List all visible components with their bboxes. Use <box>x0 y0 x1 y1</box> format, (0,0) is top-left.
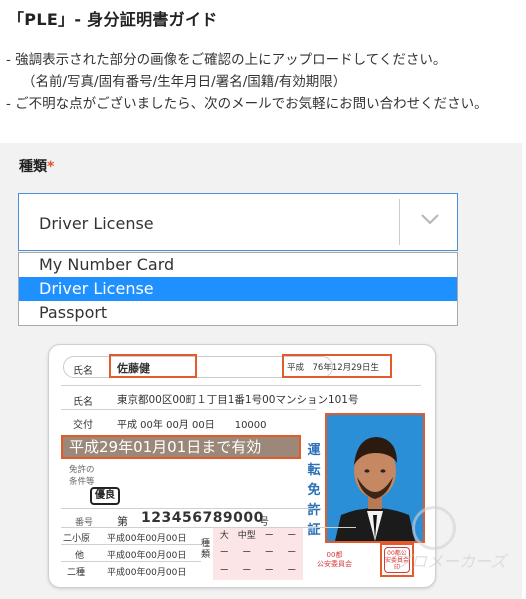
dob-value: 平成 76年12月29日生 <box>287 363 379 373</box>
page-title: 「PLE」- 身分証明書ガイド <box>8 10 218 29</box>
excellent-driver-badge: 優良 <box>90 487 120 505</box>
option-my-number-card[interactable]: My Number Card <box>19 253 457 277</box>
class-grid-cells: 大 中型 ー ー ー ー ー ー ー ー ー ー <box>213 528 303 580</box>
instruction-line-1: - 強調表示された部分の画像をご確認の上にアップロードしてください。 <box>6 52 447 68</box>
class-row-1-label: 二小原 <box>63 534 91 544</box>
watermark: プロメーカーズ <box>395 552 507 571</box>
instruction-line-3: - ご不明な点がございましたら、次のメールでお気軽にお問い合わせください。 <box>6 96 488 112</box>
select-value: Driver License <box>39 214 154 233</box>
conditions-label-2: 条件等 <box>69 477 95 487</box>
grid-cell: 中型 <box>237 531 256 541</box>
issue-label: 交付 <box>73 420 93 431</box>
address-label: 氏名 <box>73 397 93 408</box>
watermark-ball-icon <box>412 506 456 550</box>
expiry-highlight: 平成29年01月01日まで有効 <box>61 435 301 459</box>
class-row-2-label: 他 <box>75 551 85 561</box>
type-label: 種類* <box>19 156 54 176</box>
select-dropdown: My Number Card Driver License Passport <box>18 252 458 326</box>
grid-cell: 大 <box>219 531 229 541</box>
grid-cell: ー <box>219 565 229 576</box>
conditions-label-1: 免許の <box>69 465 95 475</box>
class-row-2-value: 平成00年00月00日 <box>107 551 187 561</box>
license-photo <box>325 413 425 543</box>
authority-text: 00都 公安委員会 <box>317 551 352 568</box>
instructions: - 強調表示された部分の画像をご確認の上にアップロードしてください。 （名前/写… <box>6 49 488 115</box>
class-row-3-label: 二種 <box>67 568 86 578</box>
grid-cell: ー <box>264 531 274 541</box>
number-suffix: 号 <box>259 517 269 528</box>
grid-cell: ー <box>242 548 252 559</box>
document-type-select[interactable]: Driver License <box>18 193 458 251</box>
grid-cell: ー <box>219 548 229 559</box>
class-row-3-value: 平成00年00月00日 <box>107 568 187 578</box>
grid-cell: ー <box>264 548 274 559</box>
name-value: 佐藤健 <box>117 362 150 375</box>
license-number: 123456789000 <box>141 510 264 526</box>
option-driver-license[interactable]: Driver License <box>19 277 457 301</box>
portrait-illustration <box>327 415 423 541</box>
grid-cell: ー <box>287 531 297 541</box>
grid-cell: ー <box>242 565 252 576</box>
name-label: 氏名 <box>73 366 93 377</box>
type-label-text: 種類 <box>19 159 47 175</box>
type-grid-label: 種類 <box>201 539 211 560</box>
grid-cell: ー <box>287 565 297 576</box>
class-row-1-value: 平成00年00月00日 <box>107 534 187 544</box>
option-passport[interactable]: Passport <box>19 301 457 325</box>
grid-cell: ー <box>287 548 297 559</box>
issue-value: 平成 00年 00月 00日 10000 <box>117 420 267 431</box>
license-card-image: 氏名 佐藤健 平成 76年12月29日生 氏名 東京都00区00町１丁目1番1号… <box>48 344 436 588</box>
grid-cell: ー <box>264 565 274 576</box>
select-divider <box>399 199 400 245</box>
address-value: 東京都00区00町１丁目1番1号00マンション101号 <box>117 394 359 406</box>
chevron-down-icon[interactable] <box>419 208 441 230</box>
vertical-title: 運転免許証 <box>307 443 321 538</box>
required-mark: * <box>47 159 55 175</box>
instruction-line-2: （名前/写真/固有番号/生年月日/署名/国籍/有効期限） <box>22 74 347 90</box>
